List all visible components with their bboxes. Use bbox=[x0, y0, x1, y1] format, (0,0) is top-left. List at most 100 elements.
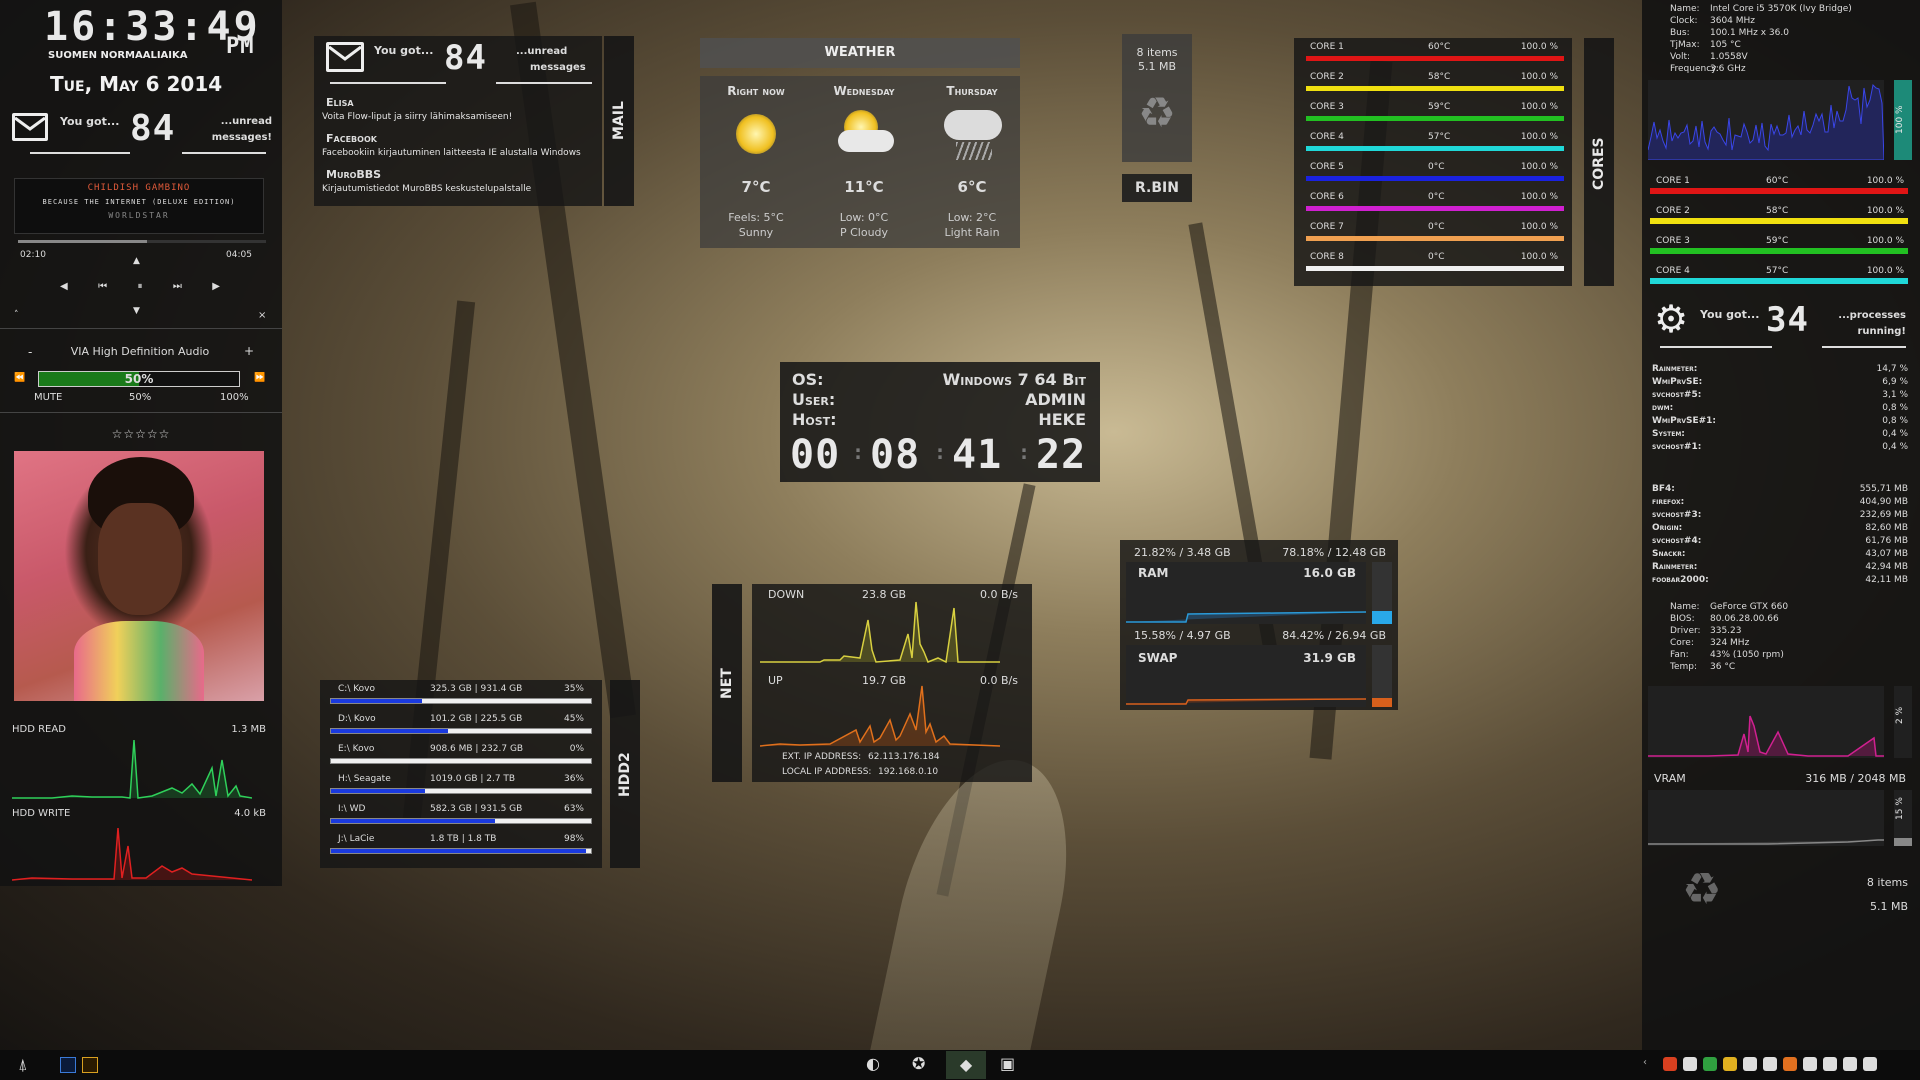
gpu-info-key: BIOS: bbox=[1670, 614, 1695, 624]
tray-chevron-icon[interactable]: ‹ bbox=[1643, 1057, 1657, 1071]
cpu-info-value: 3604 MHz bbox=[1710, 16, 1756, 26]
bridge-icon[interactable] bbox=[82, 1057, 98, 1073]
proc-cpu-name: dwm: bbox=[1652, 403, 1674, 413]
core-bar bbox=[1306, 266, 1564, 271]
drive-name[interactable]: D:\ Kovo bbox=[338, 714, 376, 724]
drive-usage-fill bbox=[331, 729, 448, 733]
pause-icon[interactable]: ⏸ bbox=[137, 281, 142, 292]
volume-minus-button[interactable]: - bbox=[28, 345, 32, 359]
core-temp: 59°C bbox=[1428, 102, 1451, 112]
volume-plus-button[interactable]: + bbox=[244, 344, 254, 358]
core-bar bbox=[1306, 206, 1564, 211]
mail-item-text[interactable]: Kirjautumistiedot MuroBBS keskustelupals… bbox=[322, 184, 531, 194]
speaker-icon[interactable] bbox=[1863, 1057, 1877, 1071]
rbin-size: 5.1 MB bbox=[1137, 60, 1177, 73]
drive-usage-bar bbox=[330, 698, 592, 704]
cores-side-tab[interactable]: CORES bbox=[1584, 38, 1614, 286]
mail-item-from[interactable]: MuroBBS bbox=[326, 168, 381, 181]
photoshop-icon[interactable] bbox=[60, 1057, 76, 1073]
taskbar-app-4-icon[interactable]: ▣ bbox=[1000, 1054, 1015, 1073]
music-rating[interactable]: ☆☆☆☆☆ bbox=[0, 427, 282, 441]
taskbar-app-3-icon[interactable]: ◆ bbox=[946, 1051, 986, 1079]
hdd-write-label: HDD WRITE bbox=[12, 808, 71, 819]
gpu-info-key: Temp: bbox=[1670, 662, 1698, 672]
next-icon[interactable]: ⏭ bbox=[173, 281, 182, 292]
music-artist: CHILDISH GAMBINO bbox=[87, 183, 191, 193]
stop-icon[interactable]: ◀ bbox=[60, 281, 68, 292]
prev-icon[interactable]: ⏮ bbox=[98, 281, 107, 292]
start-icon[interactable]: ⍋ bbox=[18, 1055, 28, 1075]
drive-usage-fill bbox=[331, 789, 425, 793]
weather-day-detail: Feels: 5°C bbox=[728, 211, 784, 224]
tray-icon-8[interactable] bbox=[1803, 1057, 1817, 1071]
mail-side-tab[interactable]: MAIL bbox=[604, 36, 634, 206]
core-bar bbox=[1306, 56, 1564, 61]
drive-size: 1.8 TB | 1.8 TB bbox=[430, 834, 497, 844]
uptime-ticks: 22 bbox=[1036, 432, 1087, 478]
music-close-icon[interactable]: × bbox=[258, 310, 266, 321]
music-collapse-icon[interactable]: ˄ bbox=[14, 310, 19, 320]
tray-icon-4[interactable] bbox=[1723, 1057, 1737, 1071]
core-name: CORE 8 bbox=[1310, 252, 1344, 262]
weather-header: WEATHER bbox=[700, 38, 1020, 68]
mail-suffix-1: ...unread bbox=[516, 46, 568, 57]
net-ext-ip[interactable]: 62.113.176.184 bbox=[868, 752, 940, 762]
tray-icon-5[interactable] bbox=[1743, 1057, 1757, 1071]
mail-left-count: 84 bbox=[130, 108, 176, 149]
drive-usage-bar bbox=[330, 728, 592, 734]
mail-item-text[interactable]: Voita Flow-liput ja siirry lähimaksamise… bbox=[322, 112, 512, 122]
gpu-info-value: 324 MHz bbox=[1710, 638, 1750, 648]
drive-name[interactable]: C:\ Kovo bbox=[338, 684, 375, 694]
network-icon[interactable] bbox=[1843, 1057, 1857, 1071]
cpu-core-name: CORE 3 bbox=[1656, 236, 1690, 246]
play-icon[interactable]: ▶ bbox=[212, 281, 220, 292]
proc-cpu-value: 0,8 % bbox=[1882, 403, 1908, 413]
rbin-label-box[interactable]: R.BIN bbox=[1122, 174, 1192, 202]
tray-icon-3[interactable] bbox=[1703, 1057, 1717, 1071]
mail-icon[interactable] bbox=[12, 113, 48, 141]
net-down-graph bbox=[760, 601, 1000, 664]
music-progress-track[interactable] bbox=[18, 240, 266, 243]
drive-name[interactable]: J:\ LaCie bbox=[338, 834, 374, 844]
tray-icon-9[interactable] bbox=[1823, 1057, 1837, 1071]
proc-mem-name: BF4: bbox=[1652, 484, 1675, 494]
mail-side-label: MAIL bbox=[611, 101, 627, 141]
net-side-tab[interactable]: NET bbox=[712, 584, 742, 782]
taskbar-app-2-icon[interactable]: ✪ bbox=[912, 1054, 925, 1073]
rbin-widget[interactable]: 8 items 5.1 MB ♻ bbox=[1122, 34, 1192, 162]
net-local-ip[interactable]: 192.168.0.10 bbox=[878, 767, 938, 777]
volume-slider[interactable]: 50% bbox=[38, 371, 240, 387]
tray-icon-2[interactable] bbox=[1683, 1057, 1697, 1071]
mail-item-from[interactable]: Elisa bbox=[326, 96, 354, 109]
proc-cpu-name: WmiPrvSE: bbox=[1652, 377, 1703, 387]
os-label: OS: bbox=[792, 370, 824, 389]
cpu-info-value: 105 °C bbox=[1710, 40, 1741, 50]
mail-item-from[interactable]: Facebook bbox=[326, 132, 377, 145]
tray-icon-6[interactable] bbox=[1763, 1057, 1777, 1071]
drive-name[interactable]: I:\ WD bbox=[338, 804, 365, 814]
proc-mem-value: 43,07 MB bbox=[1865, 549, 1908, 559]
drive-size: 908.6 MB | 232.7 GB bbox=[430, 744, 524, 754]
net-up-graph bbox=[760, 685, 1000, 747]
volume-right-icon[interactable]: ⏩ bbox=[254, 373, 265, 383]
tray-icon-7[interactable] bbox=[1783, 1057, 1797, 1071]
tray-icon-1[interactable] bbox=[1663, 1057, 1677, 1071]
mail-icon-2[interactable] bbox=[326, 42, 364, 72]
taskbar-app-1-icon[interactable]: ◐ bbox=[866, 1054, 880, 1073]
ram-free: 78.18% / 12.48 GB bbox=[1282, 546, 1386, 559]
gear-icon[interactable]: ⚙ bbox=[1654, 300, 1688, 338]
mail-item-text[interactable]: Facebookiin kirjautuminen laitteesta IE … bbox=[322, 148, 581, 158]
proc-cpu-value: 0,4 % bbox=[1882, 429, 1908, 439]
music-down-icon[interactable]: ▼ bbox=[133, 306, 140, 316]
cpu-core-load: 100.0 % bbox=[1866, 176, 1904, 186]
drive-name[interactable]: E:\ Kovo bbox=[338, 744, 374, 754]
volume-mute-button[interactable]: MUTE bbox=[34, 392, 62, 403]
drives-side-tab[interactable]: HDD2 bbox=[610, 680, 640, 868]
music-up-icon[interactable]: ▲ bbox=[133, 256, 140, 266]
drive-name[interactable]: H:\ Seagate bbox=[338, 774, 391, 784]
mail-suffix-2: messages bbox=[530, 62, 586, 73]
vram-pct: 15 % bbox=[1895, 797, 1905, 821]
net-side-label: NET bbox=[719, 668, 735, 700]
volume-left-icon[interactable]: ⏪ bbox=[14, 373, 25, 383]
recycle-icon-2[interactable]: ♻ bbox=[1682, 864, 1721, 915]
